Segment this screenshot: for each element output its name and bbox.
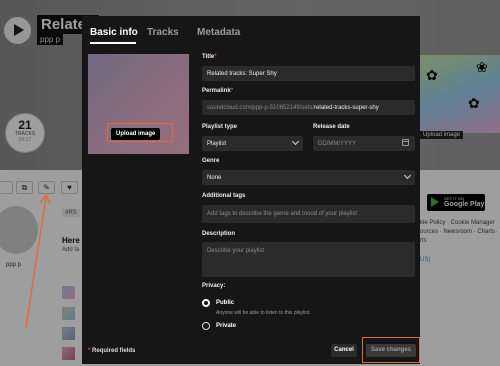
permalink-value[interactable]: related-tracks-super-shy — [314, 105, 379, 111]
active-tab-indicator — [90, 42, 136, 44]
tab-metadata[interactable]: Metadata — [197, 27, 240, 38]
permalink-label: Permalink* — [202, 88, 234, 94]
permalink-input[interactable]: soundcloud.com/ppp-p-510652149/sets/ rel… — [202, 100, 415, 115]
playlist-type-value: Playlist — [207, 140, 227, 147]
playlist-type-select[interactable]: Playlist — [202, 136, 303, 151]
genre-value: None — [207, 174, 222, 181]
release-date-label: Release date — [313, 124, 350, 130]
release-date-input[interactable]: DD/MM/YYYY — [313, 136, 415, 151]
tab-basic-info[interactable]: Basic info — [90, 27, 138, 38]
private-radio-label[interactable]: Private — [216, 323, 236, 329]
title-label: Title* — [202, 54, 217, 60]
cancel-button[interactable]: Cancel — [331, 344, 357, 357]
tags-input[interactable]: Add tags to describe the genre and mood … — [202, 205, 415, 223]
title-input[interactable]: Related tracks: Super Shy — [202, 66, 415, 81]
description-textarea[interactable]: Describe your playlist — [202, 242, 415, 277]
release-date-placeholder: DD/MM/YYYY — [318, 140, 357, 147]
chevron-down-icon — [291, 137, 300, 146]
tab-tracks[interactable]: Tracks — [147, 27, 179, 38]
playlist-type-label: Playlist type — [202, 124, 238, 130]
permalink-prefix: soundcloud.com/ppp-p-510652149/sets/ — [207, 104, 315, 111]
edit-playlist-dialog: Basic info Tracks Metadata Upload image … — [82, 16, 420, 364]
genre-select[interactable]: None — [202, 170, 415, 185]
public-radio[interactable] — [202, 299, 210, 307]
upload-image-button[interactable]: Upload image — [111, 128, 161, 140]
private-radio[interactable] — [202, 322, 210, 330]
public-radio-label[interactable]: Public — [216, 300, 234, 306]
required-fields-note: * Required fields — [88, 348, 136, 354]
description-label: Description — [202, 231, 236, 237]
save-changes-button[interactable]: Save changes — [366, 344, 416, 357]
privacy-label: Privacy: — [202, 283, 226, 289]
tags-label: Additional tags — [202, 193, 246, 199]
public-radio-description: Anyone will be able to listen to this pl… — [216, 310, 311, 316]
calendar-icon[interactable] — [402, 139, 409, 146]
genre-label: Genre — [202, 158, 220, 164]
chevron-down-icon — [403, 171, 412, 180]
